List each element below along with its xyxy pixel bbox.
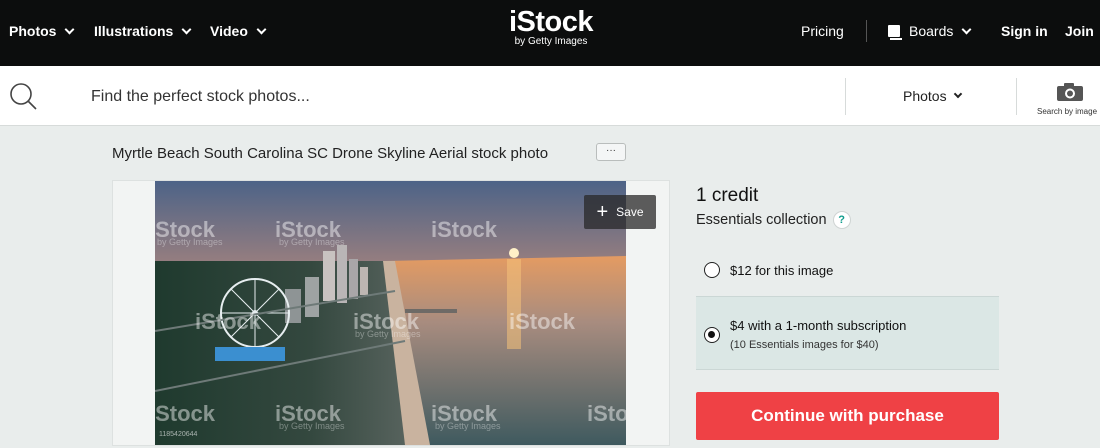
logo-main: iStock	[509, 6, 594, 38]
nav-boards[interactable]: Boards	[888, 23, 972, 40]
collection-label: Essentials collection ?	[696, 211, 851, 229]
chevron-down-icon	[256, 24, 267, 34]
stock-photo[interactable]: iStock iStock iStock iStock iStock iStoc…	[155, 181, 626, 445]
nav-illustrations[interactable]: Illustrations	[94, 23, 192, 39]
istock-logo[interactable]: iStock by Getty Images	[509, 6, 594, 48]
plus-icon: +	[596, 201, 609, 223]
nav-pricing[interactable]: Pricing	[801, 23, 844, 39]
radio-subscription[interactable]	[704, 327, 720, 343]
save-label: Save	[616, 205, 644, 219]
camera-icon[interactable]	[1056, 82, 1084, 102]
search-input[interactable]	[91, 86, 791, 108]
media-type-label: Photos	[903, 88, 947, 104]
save-button[interactable]: + Save	[584, 195, 656, 229]
media-type-select[interactable]: Photos	[903, 88, 962, 104]
sign-in-link[interactable]: Sign in	[1001, 23, 1048, 39]
option-subscription-label: $4 with a 1-month subscription	[730, 318, 907, 333]
search-icon[interactable]	[9, 82, 37, 110]
continue-purchase-button[interactable]: Continue with purchase	[696, 392, 999, 440]
credit-title: 1 credit	[696, 185, 759, 206]
boards-icon	[888, 25, 902, 40]
help-icon[interactable]: ?	[832, 211, 851, 229]
search-divider	[845, 78, 846, 115]
radio-single-image[interactable]	[704, 262, 720, 278]
photo-title: Myrtle Beach South Carolina SC Drone Sky…	[112, 145, 549, 162]
sign-in-label: Sign in	[1001, 23, 1048, 39]
search-bar: Photos Search by image	[0, 66, 1100, 126]
chevron-down-icon	[961, 24, 972, 34]
nav-video-label: Video	[210, 23, 248, 39]
nav-pricing-label: Pricing	[801, 23, 844, 39]
top-nav: Photos Illustrations Video iStock by Get…	[0, 0, 1100, 66]
search-by-image-label[interactable]: Search by image	[1037, 107, 1097, 116]
collection-name: Essentials collection	[696, 212, 827, 228]
chevron-down-icon	[181, 24, 192, 34]
nav-divider	[866, 20, 867, 42]
option-subscription[interactable]: $4 with a 1-month subscription (10 Essen…	[696, 296, 999, 370]
nav-photos[interactable]: Photos	[9, 23, 75, 39]
option-single-image[interactable]: $12 for this image	[696, 247, 999, 293]
join-link[interactable]: Join	[1065, 23, 1094, 39]
nav-video[interactable]: Video	[210, 23, 267, 39]
aerial-photo-image	[155, 181, 626, 445]
search-divider	[1016, 78, 1017, 115]
chevron-down-icon	[65, 24, 75, 34]
nav-illustrations-label: Illustrations	[94, 23, 174, 39]
option-subscription-sub: (10 Essentials images for $40)	[730, 339, 879, 351]
option-single-label: $12 for this image	[730, 263, 834, 278]
more-options-button[interactable]: ···	[596, 143, 626, 161]
nav-boards-label: Boards	[909, 23, 954, 39]
join-label: Join	[1065, 23, 1094, 39]
chevron-down-icon	[953, 89, 962, 99]
nav-photos-label: Photos	[9, 23, 57, 39]
logo-sub: by Getty Images	[514, 36, 588, 47]
